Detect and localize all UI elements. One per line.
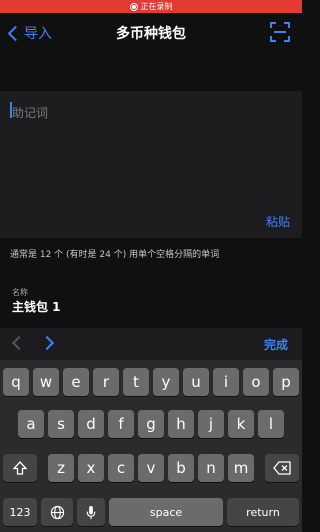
key[interactable]: f: [108, 410, 134, 438]
key[interactable]: x: [78, 454, 104, 482]
keyboard: q w e r t y u i o p a s d f g h j k l z …: [0, 360, 302, 532]
key[interactable]: p: [273, 368, 299, 396]
mnemonic-hint: 通常是 12 个 (有时是 24 个) 用单个空格分隔的单词: [10, 250, 220, 260]
record-icon: [129, 2, 138, 11]
key[interactable]: g: [138, 410, 164, 438]
globe-icon: [50, 505, 64, 519]
recording-text: 正在录制: [140, 2, 173, 11]
back-label: 导入: [24, 26, 52, 42]
key[interactable]: i: [213, 368, 239, 396]
key[interactable]: u: [183, 368, 209, 396]
globe-key[interactable]: [41, 498, 73, 526]
key[interactable]: d: [78, 410, 104, 438]
key[interactable]: e: [63, 368, 89, 396]
numbers-key[interactable]: 123: [3, 498, 37, 526]
dictation-key[interactable]: [77, 498, 105, 526]
keyboard-accessory-bar: 完成: [0, 328, 302, 360]
key[interactable]: n: [198, 454, 224, 482]
microphone-icon: [86, 505, 96, 519]
key[interactable]: a: [18, 410, 44, 438]
key[interactable]: y: [153, 368, 179, 396]
shift-icon: [13, 461, 27, 475]
key[interactable]: l: [258, 410, 284, 438]
space-key[interactable]: space: [109, 498, 223, 526]
back-button[interactable]: 导入: [6, 14, 52, 52]
key[interactable]: r: [93, 368, 119, 396]
return-key[interactable]: return: [227, 498, 299, 526]
key[interactable]: v: [138, 454, 164, 482]
key[interactable]: h: [168, 410, 194, 438]
chevron-left-icon: [7, 25, 24, 41]
next-field-icon[interactable]: [39, 335, 55, 351]
page-title: 多币种钱包: [116, 26, 186, 42]
screen: 正在录制 导入 多币种钱包 助记词 粘贴 通常是 12 个 (有时是 24 个)…: [0, 0, 302, 532]
previous-field-icon[interactable]: [11, 335, 27, 351]
key[interactable]: w: [33, 368, 59, 396]
mnemonic-placeholder: 助记词: [12, 106, 49, 120]
delete-key[interactable]: [265, 454, 299, 482]
key[interactable]: q: [3, 368, 29, 396]
wallet-name-label: 名称: [12, 288, 28, 297]
key[interactable]: z: [48, 454, 74, 482]
key[interactable]: k: [228, 410, 254, 438]
done-button[interactable]: 完成: [264, 336, 288, 353]
key[interactable]: s: [48, 410, 74, 438]
wallet-name-field[interactable]: 主钱包 1: [12, 298, 61, 315]
paste-button[interactable]: 粘贴: [266, 213, 290, 230]
key[interactable]: b: [168, 454, 194, 482]
key[interactable]: o: [243, 368, 269, 396]
key[interactable]: t: [123, 368, 149, 396]
backspace-icon: [273, 461, 291, 475]
recording-indicator: 正在录制: [0, 0, 302, 13]
shift-key[interactable]: [3, 454, 37, 482]
key[interactable]: m: [228, 454, 254, 482]
key[interactable]: c: [108, 454, 134, 482]
key[interactable]: j: [198, 410, 224, 438]
nav-bar: 导入 多币种钱包: [0, 14, 302, 52]
scan-qr-icon[interactable]: [270, 22, 290, 42]
